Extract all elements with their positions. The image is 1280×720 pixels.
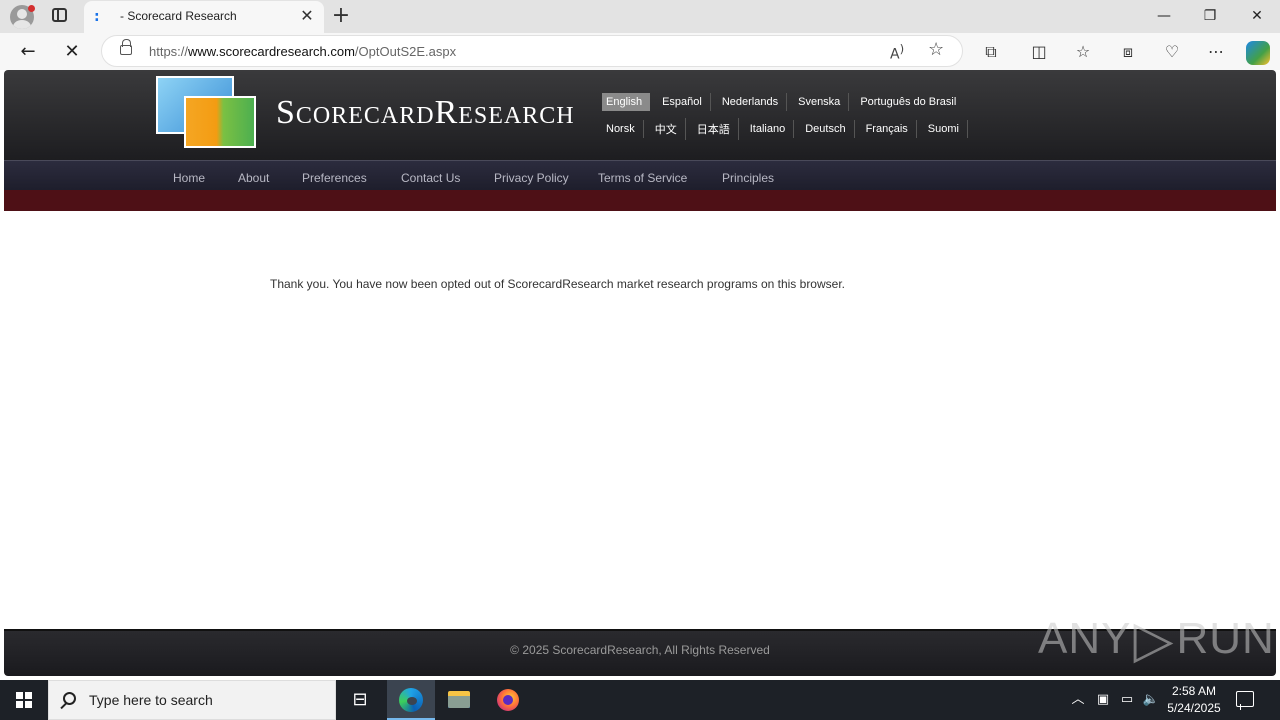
search-icon bbox=[63, 692, 76, 705]
opt-out-confirmation: Thank you. You have now been opted out o… bbox=[270, 277, 845, 291]
lang-suomi[interactable]: Suomi bbox=[924, 120, 968, 138]
nav-preferences[interactable]: Preferences bbox=[302, 171, 367, 185]
url-text[interactable]: https://www.scorecardresearch.com/OptOut… bbox=[149, 44, 456, 59]
browser-essentials-icon[interactable]: ♡ bbox=[1161, 41, 1183, 63]
windows-taskbar: Type here to search ⊟ ︿ ▣ ▭ 🔈 2:58 AM 5/… bbox=[0, 680, 1280, 720]
favorite-star-icon[interactable]: ☆ bbox=[928, 39, 944, 60]
system-clock[interactable]: 2:58 AM 5/24/2025 bbox=[1164, 683, 1224, 717]
lang-svenska[interactable]: Svenska bbox=[794, 93, 850, 111]
nav-privacy-policy[interactable]: Privacy Policy bbox=[494, 171, 569, 185]
taskbar-edge[interactable] bbox=[387, 680, 435, 720]
lang-francais[interactable]: Français bbox=[862, 120, 917, 138]
task-view-icon[interactable]: ⊟ bbox=[336, 680, 384, 720]
read-aloud-icon[interactable]: A) bbox=[890, 42, 904, 63]
tab-title: - Scorecard Research bbox=[120, 9, 237, 23]
site-nav: Home About Preferences Contact Us Privac… bbox=[4, 160, 1276, 190]
start-button[interactable] bbox=[0, 680, 48, 720]
lock-icon[interactable] bbox=[120, 39, 132, 55]
network-icon[interactable]: ▭ bbox=[1117, 680, 1137, 720]
favorites-icon[interactable]: ☆ bbox=[1072, 41, 1094, 63]
window-restore-button[interactable]: ❐ bbox=[1187, 0, 1233, 32]
browser-tab-bar: : - Scorecard Research ✕ + — ❐ ✕ bbox=[0, 0, 1280, 33]
tab-loading-icon: : bbox=[94, 9, 100, 25]
site-title[interactable]: ScorecardResearch bbox=[276, 94, 575, 132]
collections-icon[interactable]: ⧈ bbox=[1117, 41, 1139, 63]
nav-principles[interactable]: Principles bbox=[722, 171, 774, 185]
tab-actions-icon[interactable] bbox=[52, 8, 67, 22]
stop-loading-icon[interactable]: ✕ bbox=[58, 38, 86, 66]
tray-overflow-chevron-icon[interactable]: ︿ bbox=[1068, 680, 1088, 720]
tray-meet-icon[interactable]: ▣ bbox=[1094, 680, 1112, 720]
language-row-2: Norsk 中文 日本語 Italiano Deutsch Français S… bbox=[602, 118, 975, 140]
profile-notification-dot bbox=[28, 5, 35, 12]
window-minimize-button[interactable]: — bbox=[1141, 0, 1187, 32]
taskbar-search-placeholder: Type here to search bbox=[89, 692, 213, 708]
lang-italiano[interactable]: Italiano bbox=[746, 120, 795, 138]
nav-about[interactable]: About bbox=[238, 171, 269, 185]
taskbar-search-box[interactable]: Type here to search bbox=[48, 680, 336, 720]
clock-date: 5/24/2025 bbox=[1167, 701, 1221, 715]
back-arrow-icon[interactable]: ← bbox=[14, 38, 42, 66]
split-screen-icon[interactable]: ◫ bbox=[1028, 41, 1050, 63]
firefox-icon bbox=[497, 689, 519, 711]
lang-espanol[interactable]: Español bbox=[658, 93, 711, 111]
anyrun-watermark: ANY▷RUN bbox=[1038, 611, 1275, 669]
lang-chinese[interactable]: 中文 bbox=[651, 118, 686, 140]
nav-terms-of-service[interactable]: Terms of Service bbox=[598, 171, 687, 185]
taskbar-firefox[interactable] bbox=[484, 680, 532, 720]
scorecard-logo[interactable] bbox=[156, 76, 261, 152]
browser-tab-active[interactable]: : - Scorecard Research ✕ bbox=[84, 1, 324, 33]
site-header: ScorecardResearch English Español Nederl… bbox=[4, 70, 1276, 160]
new-tab-button[interactable]: + bbox=[330, 4, 352, 28]
extensions-icon[interactable]: ⧉ bbox=[980, 41, 1002, 63]
lang-portugues[interactable]: Português do Brasil bbox=[856, 93, 964, 111]
clock-time: 2:58 AM bbox=[1171, 684, 1217, 698]
windows-logo-icon bbox=[16, 692, 32, 708]
lang-norsk[interactable]: Norsk bbox=[602, 120, 644, 138]
taskbar-file-explorer[interactable] bbox=[435, 680, 483, 720]
browser-toolbar: ← ✕ https://www.scorecardresearch.com/Op… bbox=[0, 33, 1280, 70]
tab-close-icon[interactable]: ✕ bbox=[298, 7, 316, 25]
language-row-1: English Español Nederlands Svenska Portu… bbox=[602, 92, 971, 112]
nav-home[interactable]: Home bbox=[173, 171, 205, 185]
page-viewport: ScorecardResearch English Español Nederl… bbox=[4, 70, 1276, 676]
edge-icon bbox=[399, 688, 423, 712]
lang-japanese[interactable]: 日本語 bbox=[693, 118, 739, 140]
volume-icon[interactable]: 🔈 bbox=[1140, 680, 1162, 720]
more-options-icon[interactable]: ⋯ bbox=[1205, 41, 1227, 63]
address-bar[interactable]: https://www.scorecardresearch.com/OptOut… bbox=[101, 35, 963, 67]
copilot-icon[interactable] bbox=[1246, 41, 1270, 65]
lang-english[interactable]: English bbox=[602, 93, 651, 111]
window-close-button[interactable]: ✕ bbox=[1234, 0, 1280, 32]
header-accent-band bbox=[4, 190, 1276, 211]
folder-icon bbox=[448, 691, 470, 708]
lang-deutsch[interactable]: Deutsch bbox=[801, 120, 855, 138]
nav-contact-us[interactable]: Contact Us bbox=[401, 171, 460, 185]
notifications-icon[interactable] bbox=[1236, 691, 1254, 710]
lang-nederlands[interactable]: Nederlands bbox=[718, 93, 788, 111]
